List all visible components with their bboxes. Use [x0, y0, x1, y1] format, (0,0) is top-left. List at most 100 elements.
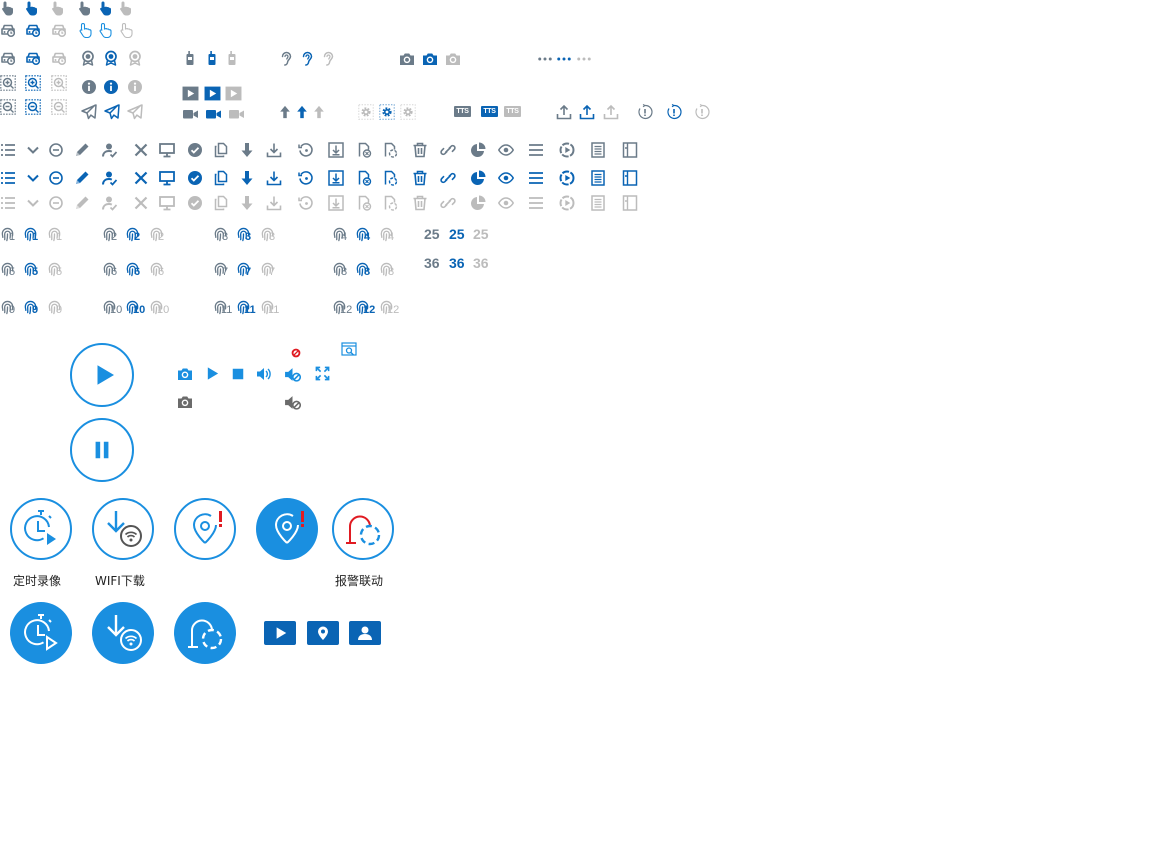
play-circle-icon[interactable] — [559, 142, 575, 158]
zoom-out-icon[interactable] — [25, 99, 41, 115]
channel-camera-icon[interactable]: 10 — [102, 300, 124, 318]
user-check-icon[interactable] — [102, 170, 118, 186]
download-box-icon[interactable] — [328, 170, 344, 186]
channel-camera-icon[interactable]: 1 — [0, 227, 22, 245]
upload-icon[interactable] — [579, 104, 595, 120]
play-box-icon[interactable] — [182, 86, 199, 101]
hand-pointer-icon[interactable] — [77, 0, 93, 16]
tts-badge[interactable]: TTS — [454, 106, 471, 117]
link-icon[interactable] — [440, 170, 456, 186]
up-arrow-icon[interactable] — [295, 104, 309, 120]
monitor-icon[interactable] — [159, 142, 175, 158]
hand-pointer-icon[interactable] — [98, 0, 114, 16]
car-clock-icon[interactable] — [0, 22, 16, 38]
chevron-down-icon[interactable] — [25, 142, 41, 158]
channel-camera-icon[interactable]: 8 — [355, 262, 377, 280]
zoom-out-icon[interactable] — [0, 99, 16, 115]
channel-camera-icon[interactable]: 12 — [355, 300, 377, 318]
monitor-icon[interactable] — [159, 170, 175, 186]
wifi-download-button[interactable] — [92, 498, 154, 560]
tab-play-button[interactable] — [264, 621, 296, 645]
alarm-link-button-active[interactable] — [174, 602, 236, 664]
play-button[interactable] — [70, 343, 134, 407]
close-icon[interactable] — [133, 170, 149, 186]
tab-location-button[interactable] — [307, 621, 339, 645]
down-arrow-icon[interactable] — [239, 170, 255, 186]
menu-icon[interactable] — [528, 142, 544, 158]
timed-record-button-active[interactable] — [10, 602, 72, 664]
panel-icon[interactable] — [622, 142, 638, 158]
channel-camera-icon[interactable]: 4 — [332, 227, 354, 245]
upload-icon[interactable] — [556, 104, 572, 120]
link-icon[interactable] — [440, 142, 456, 158]
car-clock-icon[interactable] — [0, 50, 16, 66]
channel-camera-icon[interactable]: 1 — [23, 227, 45, 245]
mute-icon[interactable] — [284, 394, 301, 411]
check-circle-icon[interactable] — [187, 142, 203, 158]
more-dots-icon[interactable] — [557, 56, 571, 62]
download-icon[interactable] — [266, 142, 282, 158]
minus-circle-icon[interactable] — [48, 170, 64, 186]
channel-camera-icon[interactable]: 10 — [125, 300, 147, 318]
channel-camera-icon[interactable]: 9 — [0, 300, 22, 318]
channel-camera-icon[interactable]: 8 — [332, 262, 354, 280]
wifi-download-button-active[interactable] — [92, 602, 154, 664]
walkie-talkie-icon[interactable] — [182, 50, 198, 66]
down-arrow-icon[interactable] — [239, 142, 255, 158]
channel-camera-icon[interactable]: 7 — [236, 262, 258, 280]
channel-camera-icon[interactable]: 5 — [23, 262, 45, 280]
pie-chart-icon[interactable] — [470, 170, 486, 186]
eye-icon[interactable] — [498, 170, 514, 186]
channel-camera-icon[interactable]: 2 — [102, 227, 124, 245]
info-icon[interactable] — [103, 79, 119, 95]
play-box-icon[interactable] — [204, 86, 221, 101]
tts-badge[interactable]: TTS — [481, 106, 498, 117]
channel-camera-icon[interactable]: 12 — [332, 300, 354, 318]
info-icon[interactable] — [81, 79, 97, 95]
timed-record-button[interactable] — [10, 498, 72, 560]
channel-camera-icon[interactable]: 9 — [23, 300, 45, 318]
channel-camera-icon[interactable]: 5 — [0, 262, 22, 280]
history-icon[interactable] — [298, 142, 314, 158]
channel-camera-icon[interactable]: 4 — [355, 227, 377, 245]
settings-gear-icon[interactable] — [379, 104, 395, 120]
check-circle-icon[interactable] — [187, 170, 203, 186]
history-icon[interactable] — [298, 170, 314, 186]
zoom-in-icon[interactable] — [0, 75, 16, 91]
channel-camera-icon[interactable]: 11 — [236, 300, 258, 318]
channel-camera-icon[interactable]: 3 — [213, 227, 235, 245]
video-camera-icon[interactable] — [205, 108, 222, 120]
eye-icon[interactable] — [498, 142, 514, 158]
volume-icon[interactable] — [256, 366, 272, 382]
list-icon[interactable] — [0, 142, 16, 158]
fullscreen-icon[interactable] — [315, 366, 330, 381]
file-stop-icon[interactable] — [356, 142, 372, 158]
hand-outline-icon[interactable] — [78, 22, 94, 38]
counter-25[interactable]: 25 — [424, 227, 440, 241]
snapshot-icon[interactable] — [177, 366, 193, 382]
counter-25[interactable]: 25 — [449, 227, 465, 241]
tab-user-button[interactable] — [349, 621, 381, 645]
download-icon[interactable] — [266, 170, 282, 186]
hand-pointer-icon[interactable] — [24, 0, 40, 16]
ear-icon[interactable] — [299, 50, 315, 66]
send-icon[interactable] — [81, 104, 97, 120]
timer-icon[interactable] — [637, 104, 653, 120]
alarm-link-button[interactable] — [332, 498, 394, 560]
chevron-down-icon[interactable] — [25, 170, 41, 186]
up-arrow-icon[interactable] — [278, 104, 292, 120]
video-camera-icon[interactable] — [182, 108, 199, 120]
medal-icon[interactable] — [80, 50, 96, 66]
panel-icon[interactable] — [622, 170, 638, 186]
play-icon[interactable] — [205, 366, 220, 381]
file-sync-icon[interactable] — [382, 170, 398, 186]
walkie-talkie-icon[interactable] — [204, 50, 220, 66]
search-window-icon[interactable] — [341, 342, 357, 358]
channel-camera-icon[interactable]: 6 — [102, 262, 124, 280]
mute-icon[interactable] — [284, 366, 301, 383]
pie-chart-icon[interactable] — [470, 142, 486, 158]
medal-icon[interactable] — [103, 50, 119, 66]
user-check-icon[interactable] — [102, 142, 118, 158]
zoom-in-icon[interactable] — [25, 75, 41, 91]
edit-pencil-icon[interactable] — [74, 170, 90, 186]
